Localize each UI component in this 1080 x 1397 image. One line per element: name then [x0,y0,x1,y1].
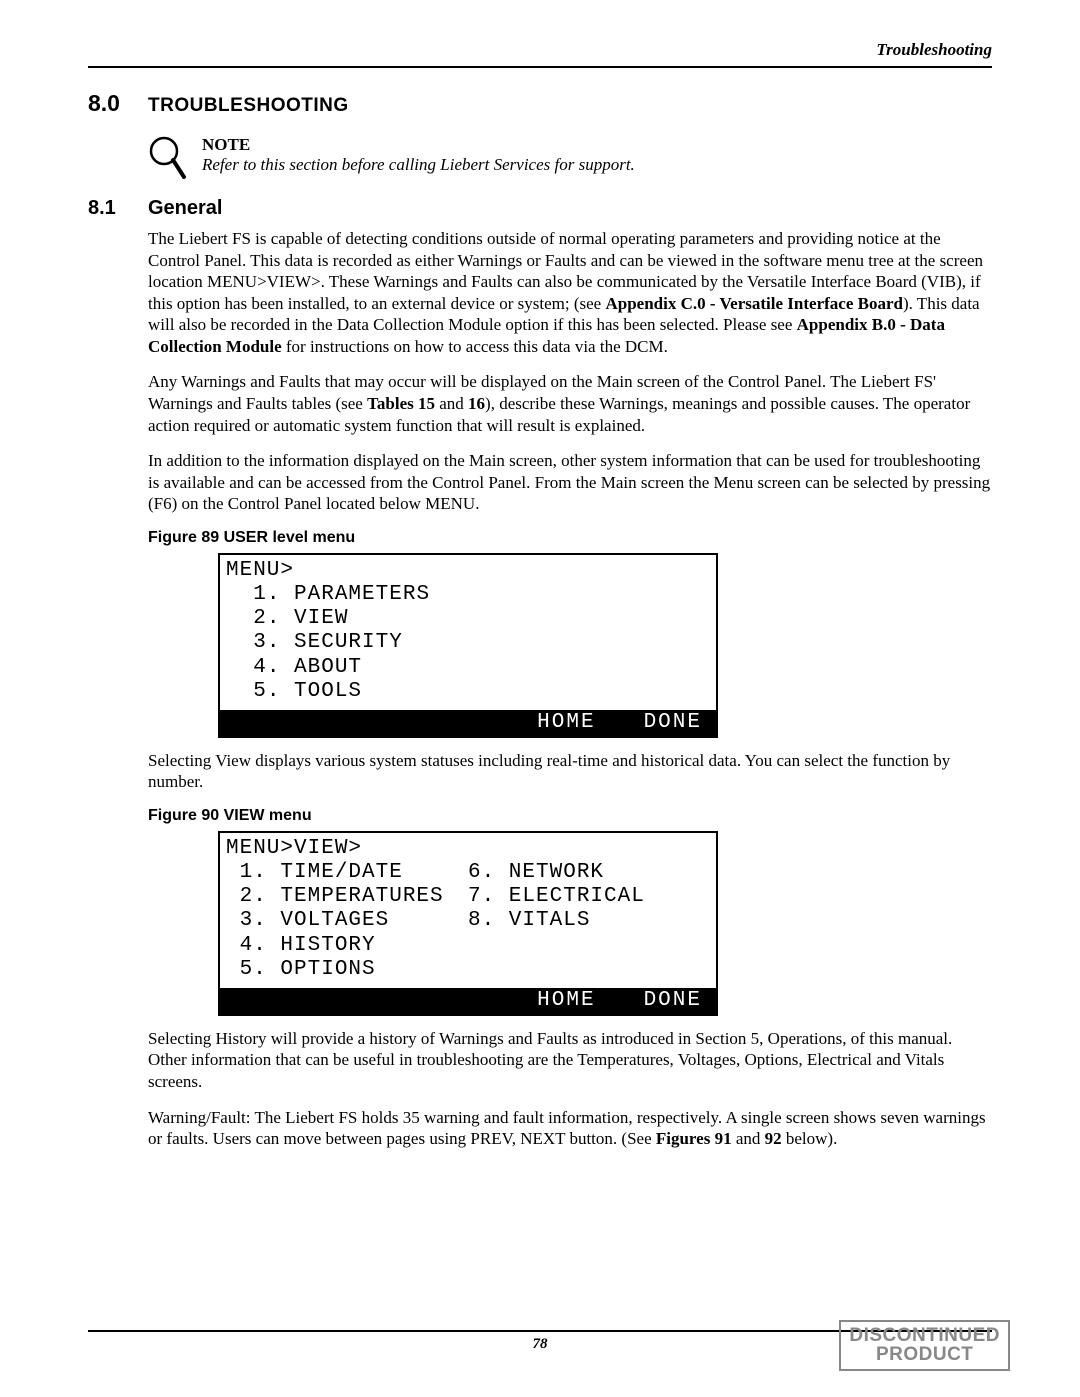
paragraph-1: The Liebert FS is capable of detecting c… [148,228,992,357]
figure-89-lcd: MENU> 1. PARAMETERS 2. VIEW 3. SECURITY … [218,553,718,738]
p1-t3: for instructions on how to access this d… [282,337,668,356]
p2-t2: and [435,394,468,413]
lcd90-r2: 7. ELECTRICAL [468,885,710,909]
lcd89-item-2: 2. VIEW [226,607,710,631]
lcd90-l4: 4. HISTORY [226,934,468,958]
lcd89-done-button[interactable]: DONE [644,711,702,734]
lcd90-r3: 8. VITALS [468,909,710,933]
stamp-line-1: DISCONTINUED [849,1326,1000,1345]
paragraph-6: Warning/Fault: The Liebert FS holds 35 w… [148,1107,992,1150]
paragraph-2: Any Warnings and Faults that may occur w… [148,371,992,436]
lcd90-r1: 6. NETWORK [468,861,710,885]
figure-90-lcd: MENU>VIEW> 1. TIME/DATE 2. TEMPERATURES … [218,831,718,1016]
p6-b1: Figures 91 [656,1129,732,1148]
lcd89-item-4: 4. ABOUT [226,656,710,680]
section-8-number: 8.0 [88,90,148,117]
figure-90-caption: Figure 90 VIEW menu [148,807,992,825]
section-8-1-title: General [148,197,222,220]
figure-89-caption: Figure 89 USER level menu [148,529,992,547]
lcd90-screen: MENU>VIEW> 1. TIME/DATE 2. TEMPERATURES … [220,833,716,988]
note-body: Refer to this section before calling Lie… [202,155,635,175]
lcd90-button-bar: HOME DONE [220,988,716,1014]
p6-t2: and [732,1129,765,1148]
p6-t1: Warning/Fault: The Liebert FS holds 35 w… [148,1108,986,1149]
lcd89-button-bar: HOME DONE [220,710,716,736]
lcd90-col-left: 1. TIME/DATE 2. TEMPERATURES 3. VOLTAGES… [226,861,468,982]
lcd90-done-button[interactable]: DONE [644,989,702,1012]
p2-b1: Tables 15 [367,394,435,413]
section-8-1-number: 8.1 [88,197,148,220]
note-text: NOTE Refer to this section before callin… [202,135,635,175]
page: Troubleshooting 8.0 TROUBLESHOOTING NOTE… [0,0,1080,1397]
discontinued-stamp: DISCONTINUED PRODUCT [839,1320,1010,1371]
lcd90-l3: 3. VOLTAGES [226,909,468,933]
note-head: NOTE [202,135,635,155]
lcd89-breadcrumb: MENU> [226,559,710,583]
section-8-title: TROUBLESHOOTING [148,95,349,117]
paragraph-4: Selecting View displays various system s… [148,750,992,793]
stamp-line-2: PRODUCT [849,1345,1000,1364]
lcd89-item-1: 1. PARAMETERS [226,583,710,607]
lcd90-l5: 5. OPTIONS [226,958,468,982]
section-8-heading: 8.0 TROUBLESHOOTING [88,90,992,117]
p6-b2: 92 [765,1129,782,1148]
lcd89-item-5: 5. TOOLS [226,680,710,704]
top-rule [88,66,992,68]
lcd89-item-3: 3. SECURITY [226,631,710,655]
lcd90-breadcrumb: MENU>VIEW> [226,837,710,861]
lcd90-l1: 1. TIME/DATE [226,861,468,885]
lcd89-home-button[interactable]: HOME [537,711,595,734]
p6-t3: below). [782,1129,838,1148]
p2-b2: 16 [468,394,485,413]
lcd90-l2: 2. TEMPERATURES [226,885,468,909]
lcd90-home-button[interactable]: HOME [537,989,595,1012]
lcd89-screen: MENU> 1. PARAMETERS 2. VIEW 3. SECURITY … [220,555,716,710]
section-8-1-heading: 8.1 General [88,197,992,220]
paragraph-5: Selecting History will provide a history… [148,1028,992,1093]
header-section-label: Troubleshooting [88,40,992,66]
paragraph-3: In addition to the information displayed… [148,450,992,515]
magnifier-icon [148,135,186,179]
note-block: NOTE Refer to this section before callin… [148,135,992,179]
p1-b1: Appendix C.0 - Versatile Interface Board [605,294,902,313]
lcd90-col-right: 6. NETWORK 7. ELECTRICAL 8. VITALS [468,861,710,982]
